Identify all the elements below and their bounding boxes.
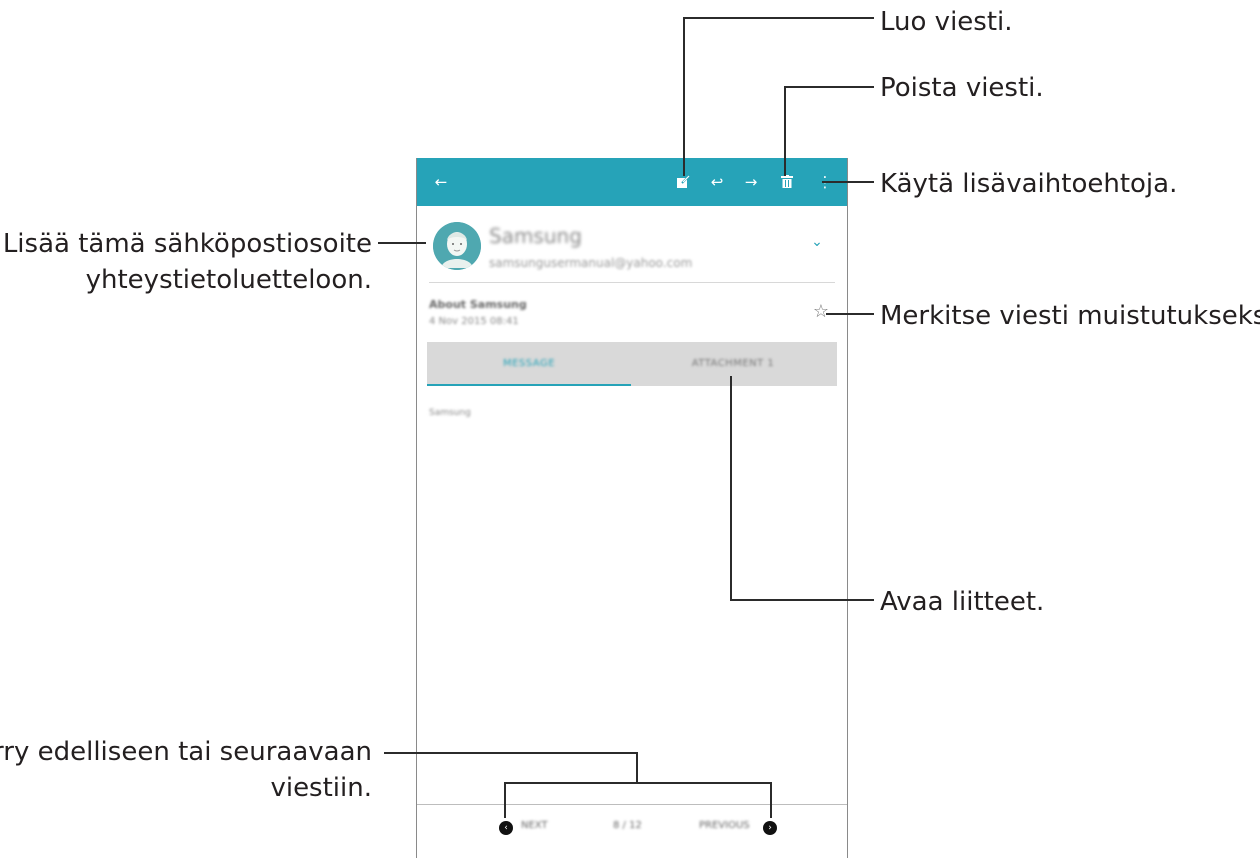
callout-attachments: Avaa liitteet. xyxy=(880,587,1045,617)
page-indicator: 8 / 12 xyxy=(613,820,642,831)
chevron-right-icon[interactable]: › xyxy=(763,821,777,835)
tab-attachment[interactable]: ATTACHMENT 1 xyxy=(631,342,835,386)
sender-name: Samsung xyxy=(489,224,582,248)
callout-favorite: Merkitse viesti muistutukseksi. xyxy=(880,301,1260,331)
leader-navigate-left xyxy=(504,782,506,818)
tab-message[interactable]: MESSAGE xyxy=(427,342,631,386)
next-button[interactable]: NEXT xyxy=(521,820,548,831)
chevron-left-icon[interactable]: ‹ xyxy=(499,821,513,835)
callout-navigate-line2: viestiin. xyxy=(270,773,372,803)
sender-email: samsungusermanual@yahoo.com xyxy=(489,256,693,270)
leader-compose-h xyxy=(683,17,874,19)
leader-navigate-right xyxy=(770,782,772,818)
tab-bar: MESSAGE ATTACHMENT 1 xyxy=(427,342,837,386)
app-bar: ← ↩ → ⋮ xyxy=(417,158,847,206)
leader-delete-h xyxy=(784,86,874,88)
callout-delete: Poista viesti. xyxy=(880,73,1044,103)
leader-navigate-bar xyxy=(504,782,772,784)
leader-attachments-v xyxy=(730,376,732,601)
callout-add-contact-line2: yhteystietoluetteloon. xyxy=(85,265,372,295)
callout-navigate: Siirry edelliseen tai seuraavaan viestii… xyxy=(0,734,372,806)
forward-icon[interactable]: → xyxy=(741,172,761,192)
leader-add-contact-h xyxy=(378,242,426,244)
avatar[interactable] xyxy=(433,222,481,270)
back-arrow-icon[interactable]: ← xyxy=(431,172,451,192)
callout-add-contact-line1: Lisää tämä sähköpostiosoite xyxy=(2,229,372,259)
reply-icon[interactable]: ↩ xyxy=(707,172,727,192)
callout-add-contact: Lisää tämä sähköpostiosoite yhteystietol… xyxy=(3,226,372,298)
leader-compose xyxy=(683,18,685,176)
bottom-divider xyxy=(417,804,847,805)
email-subject: About Samsung xyxy=(429,298,527,311)
chevron-down-icon[interactable]: ⌄ xyxy=(809,234,825,250)
tab-indicator xyxy=(427,384,631,386)
callout-more-options: Käytä lisävaihtoehtoja. xyxy=(880,169,1178,199)
leader-delete xyxy=(784,86,786,176)
callout-compose: Luo viesti. xyxy=(880,7,1013,37)
header-divider xyxy=(429,282,835,283)
email-date: 4 Nov 2015 08:41 xyxy=(429,316,519,327)
star-icon[interactable]: ☆ xyxy=(813,302,829,322)
email-body: Samsung xyxy=(429,408,471,418)
previous-button[interactable]: PREVIOUS xyxy=(699,820,750,831)
leader-navigate-v xyxy=(636,752,638,784)
trash-icon[interactable] xyxy=(777,172,797,192)
leader-favorite-h xyxy=(826,313,874,315)
leader-attachments-h xyxy=(730,599,874,601)
callout-navigate-line1: Siirry edelliseen tai seuraavaan xyxy=(0,737,372,767)
leader-more-h xyxy=(822,181,874,183)
leader-navigate-h xyxy=(384,752,638,754)
